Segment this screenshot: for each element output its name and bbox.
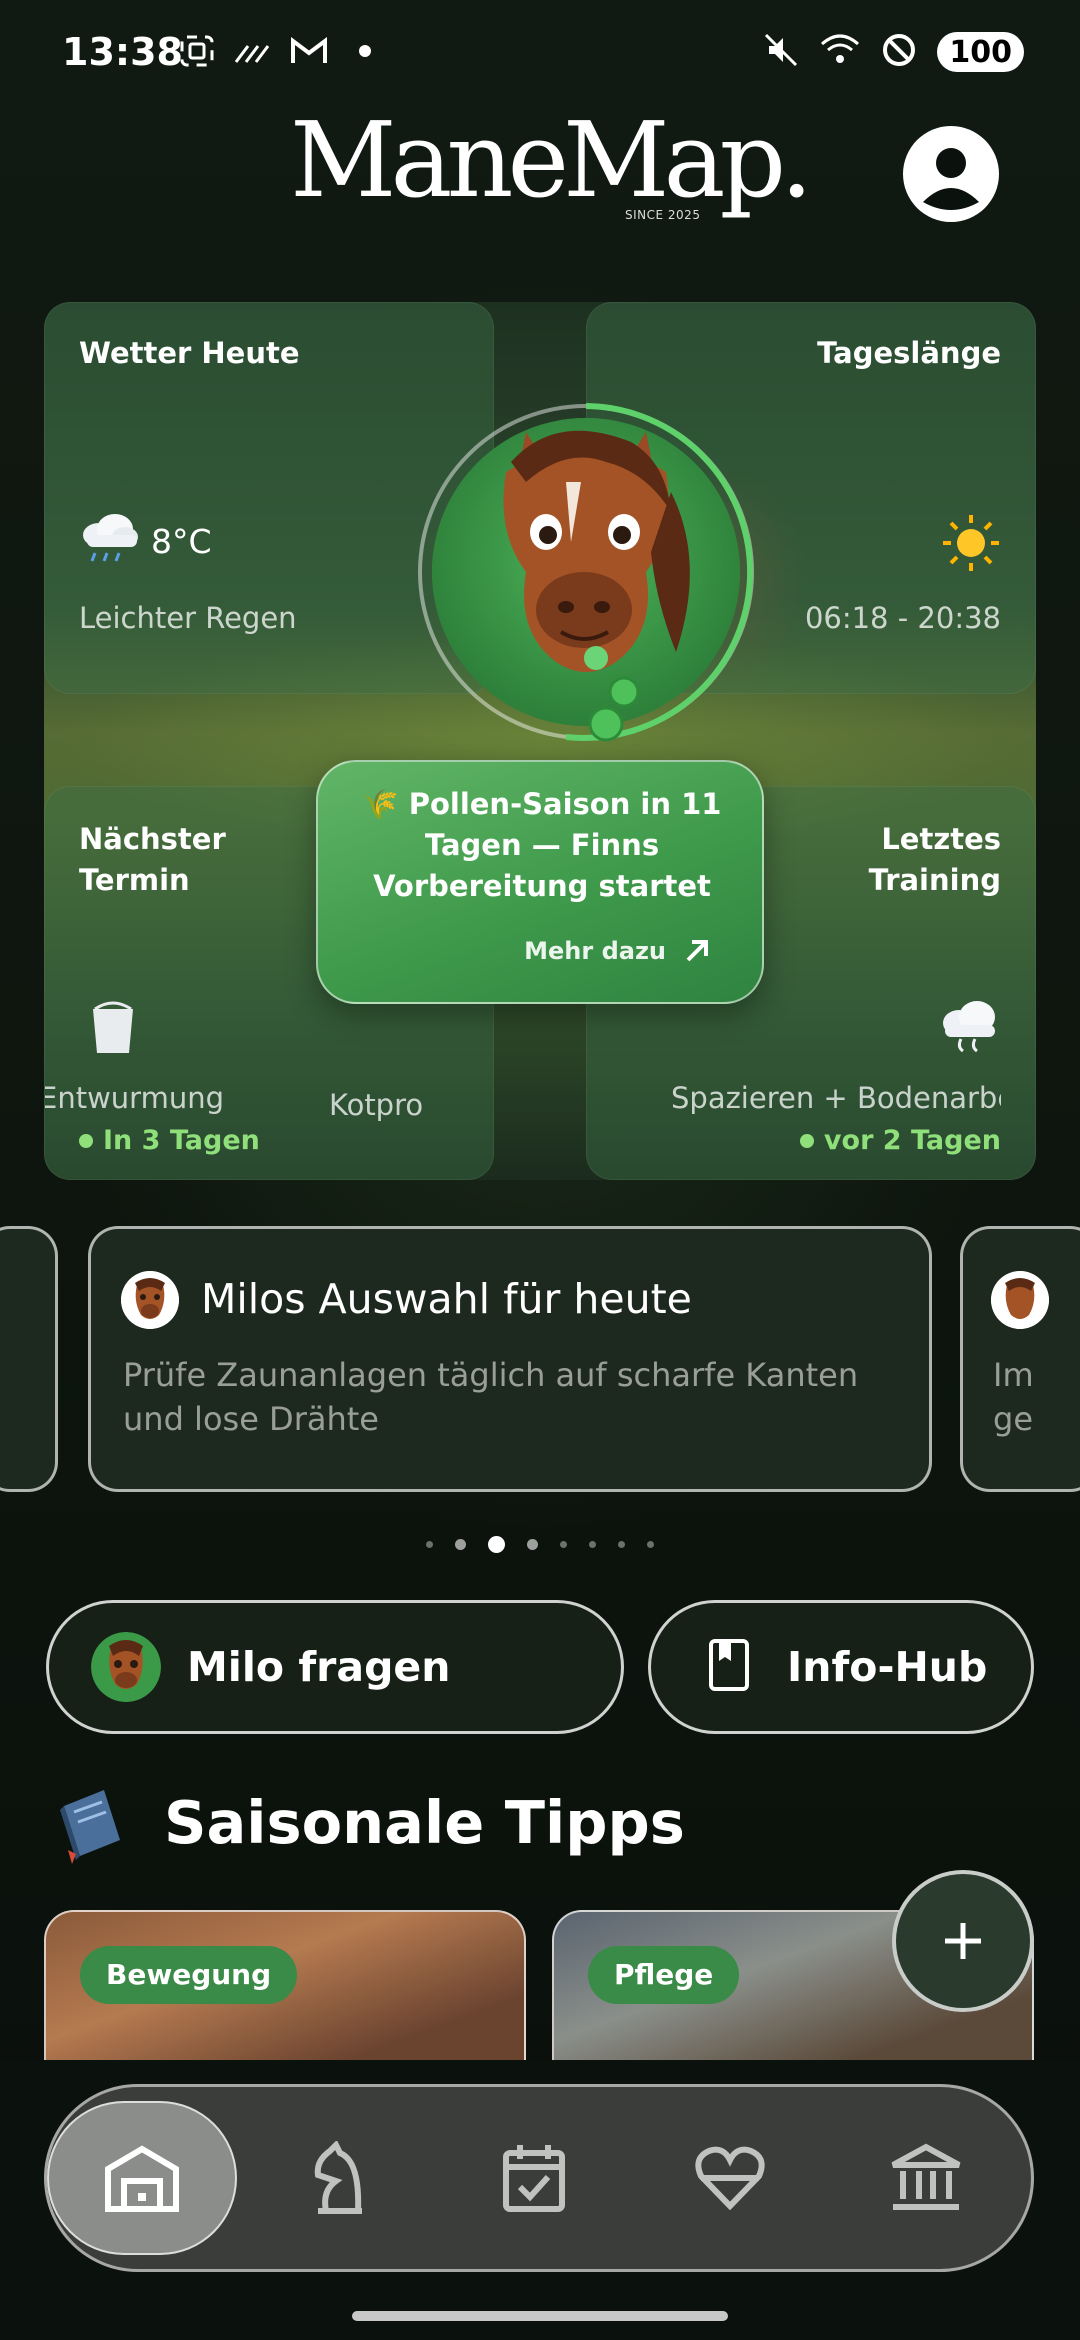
info-hub-button[interactable]: Info-Hub — [648, 1600, 1034, 1734]
next-appointment-title-line1: Nächster — [79, 822, 226, 856]
bottom-navigation — [44, 2084, 1034, 2272]
logo-tagline: SINCE 2025 — [625, 208, 701, 222]
logo-text: ManeMap. — [290, 99, 813, 221]
page-dot[interactable] — [589, 1541, 596, 1548]
last-training-title-line1: Letztes — [881, 822, 1001, 856]
weather-temp: 8°C — [151, 521, 212, 561]
next-appointment-status-text: In 3 Tagen — [103, 1125, 260, 1156]
daylength-title: Tageslänge — [817, 336, 1001, 370]
add-button[interactable] — [892, 1870, 1034, 2012]
page-dot[interactable] — [618, 1541, 625, 1548]
carousel-next-line1: Im — [993, 1356, 1034, 1394]
tip-card-exercise[interactable]: Bewegung — [44, 1910, 526, 2060]
last-training-title-line2: Training — [868, 863, 1001, 897]
sun-icon — [939, 511, 1003, 579]
barn-icon — [105, 2145, 179, 2212]
seasonal-tips-title: Saisonale Tipps — [164, 1788, 685, 1857]
more-info-label: Mehr dazu — [524, 937, 666, 965]
home-indicator[interactable] — [352, 2311, 728, 2321]
page-dot[interactable] — [647, 1541, 654, 1548]
notification-dot-icon — [346, 34, 384, 68]
rain-cloud-icon — [79, 511, 141, 571]
daylength-time: 06:18 - 20:38 — [804, 601, 1001, 635]
page-dot[interactable] — [527, 1539, 538, 1550]
profile-button[interactable] — [903, 126, 999, 222]
status-dot — [79, 1133, 93, 1148]
more-info-link[interactable]: Mehr dazu — [524, 936, 712, 966]
ask-milo-label: Milo fragen — [187, 1643, 451, 1691]
wifi-icon — [819, 32, 861, 72]
carousel-card-previous[interactable] — [0, 1226, 58, 1492]
status-bar: 13:38 100 — [0, 0, 1080, 110]
user-icon — [907, 130, 995, 218]
info-hub-label: Info-Hub — [787, 1643, 988, 1691]
page-dot[interactable] — [560, 1541, 567, 1548]
horse-icon — [314, 2141, 362, 2214]
nav-home[interactable] — [47, 2101, 237, 2255]
status-dot — [799, 1133, 814, 1148]
do-not-disturb-icon — [881, 32, 917, 72]
book-emoji-icon — [54, 1784, 124, 1864]
carousel-card-title: Milos Auswahl für heute — [201, 1275, 692, 1323]
last-training-status-text: vor 2 Tagen — [823, 1125, 1001, 1156]
tip-badge: Bewegung — [80, 1946, 298, 2004]
weather-desc: Leichter Regen — [79, 601, 297, 635]
nav-horse[interactable] — [243, 2101, 433, 2255]
ask-milo-button[interactable]: Milo fragen — [46, 1600, 624, 1734]
page-dot-active[interactable] — [488, 1536, 505, 1553]
callout-text: 🌾 Pollen-Saison in 11 Tagen — Finns Vorb… — [362, 787, 722, 903]
next-appointment-title: Nächster Termin — [79, 819, 226, 901]
status-time: 13:38 — [62, 30, 183, 74]
training-cloud-icon — [939, 997, 1001, 1059]
carousel-card-next[interactable]: Im ge — [960, 1226, 1080, 1492]
status-notification-icons — [178, 34, 384, 68]
carousel-card-body: Prüfe Zaunanlagen täglich auf scharfe Ka… — [123, 1356, 859, 1438]
battery-indicator: 100 — [937, 32, 1024, 72]
gmail-icon — [290, 34, 328, 68]
milo-avatar[interactable] — [416, 402, 756, 742]
weather-title: Wetter Heute — [79, 336, 300, 370]
screenshot-icon — [178, 34, 216, 68]
last-training-status: vor 2 Tagen — [799, 1125, 1001, 1156]
calendar-check-icon — [503, 2145, 565, 2212]
carousel-next-line2: ge — [993, 1400, 1033, 1438]
nav-health[interactable] — [635, 2101, 825, 2255]
bucket-icon — [89, 995, 137, 1061]
last-training-item: Spazieren + Bodenarbe — [671, 1081, 1001, 1115]
heart-pulse-icon — [695, 2146, 765, 2210]
nav-institution[interactable] — [831, 2101, 1021, 2255]
data-stripes-icon — [234, 34, 272, 68]
carousel-page-indicator — [0, 1536, 1080, 1553]
institution-icon — [891, 2143, 961, 2210]
mute-icon — [763, 32, 799, 72]
next-appointment-item: Entwurmung — [45, 1081, 225, 1115]
next-appointment-status: In 3 Tagen — [79, 1125, 260, 1156]
next-appointment-items: Entwurmung Kotpro — [45, 1081, 495, 1122]
carousel-next-preview: Im ge — [993, 1353, 1080, 1441]
tip-badge: Pflege — [588, 1946, 740, 2004]
dashboard-grid: Wetter Heute 8°C Leichter Regen Tageslän… — [44, 302, 1036, 1180]
nav-calendar[interactable] — [439, 2101, 629, 2255]
pollen-season-callout[interactable]: 🌾 Pollen-Saison in 11 Tagen — Finns Vorb… — [316, 760, 764, 1004]
arrow-up-right-icon — [686, 940, 708, 962]
milo-mini-avatar — [121, 1271, 179, 1329]
last-training-title: Letztes Training — [869, 819, 1001, 901]
app-logo: ManeMap. SINCE 2025 — [290, 99, 813, 228]
page-dot[interactable] — [455, 1539, 466, 1550]
milo-mini-avatar — [991, 1271, 1049, 1329]
milo-button-avatar — [91, 1632, 161, 1702]
page-dot[interactable] — [426, 1541, 433, 1548]
next-appointment-title-line2: Termin — [79, 863, 190, 897]
carousel-card-current[interactable]: Milos Auswahl für heute Prüfe Zaunanlage… — [88, 1226, 932, 1492]
book-icon — [707, 1637, 751, 1697]
next-appointment-item2: Kotpro — [329, 1088, 424, 1122]
status-system-icons: 100 — [763, 32, 1024, 72]
plus-icon — [945, 1923, 981, 1959]
